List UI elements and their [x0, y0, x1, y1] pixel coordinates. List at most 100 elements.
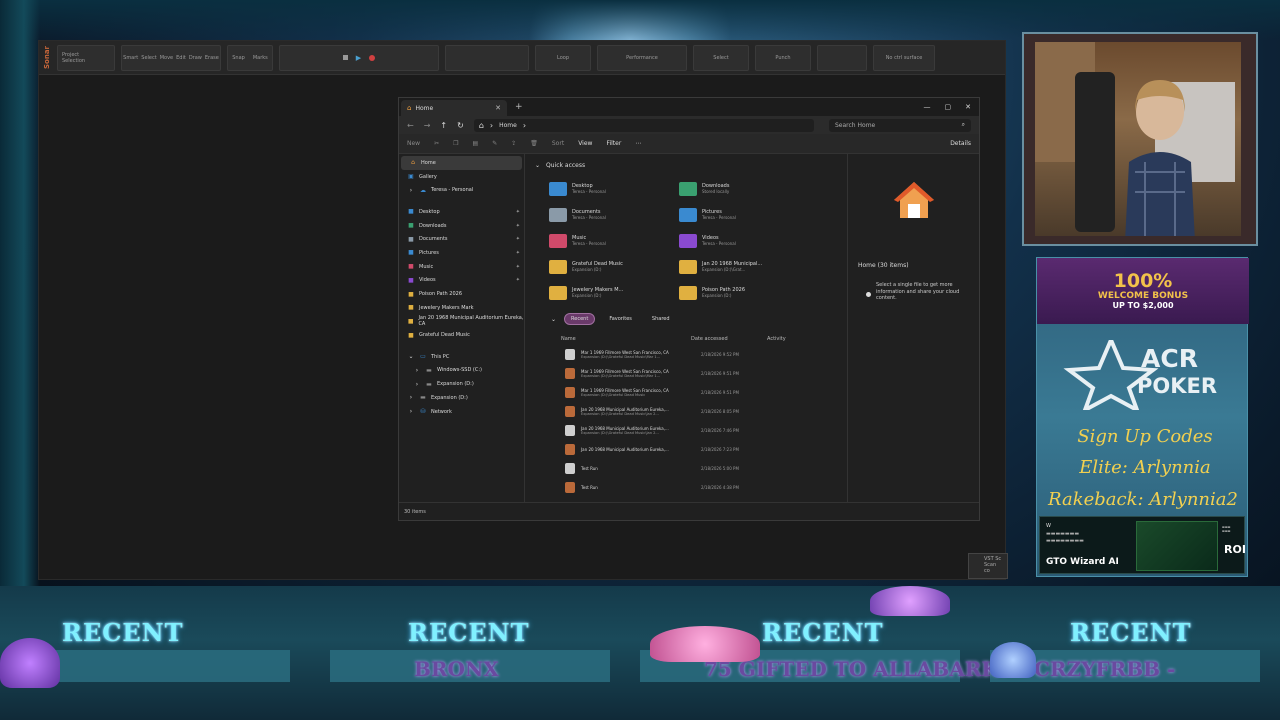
tab-home[interactable]: ⌂ Home ✕	[401, 100, 507, 116]
copy-icon[interactable]: ❐	[453, 140, 458, 147]
filter-recent[interactable]: Recent	[564, 313, 596, 325]
chevron-right-icon[interactable]: ›	[413, 367, 421, 374]
filter-favorites[interactable]: Favorites	[603, 313, 638, 325]
nav-item-this-pc[interactable]: ⌄ ▭ This PC	[399, 350, 524, 364]
pin-icon[interactable]: ✦	[516, 209, 520, 215]
loop-module[interactable]: Loop	[535, 44, 591, 71]
chevron-right-icon[interactable]: ›	[407, 187, 415, 194]
nav-item-network[interactable]: › ⛁ Network	[399, 405, 524, 419]
details-button[interactable]: Details	[950, 140, 971, 147]
pin-icon[interactable]: ✦	[516, 223, 520, 229]
control-surface-module[interactable]: No ctrl surface	[873, 44, 935, 71]
quick-access-item[interactable]: Music Teresa - Personal	[549, 230, 673, 251]
snap-module[interactable]: Snap Marks	[227, 44, 273, 71]
table-row[interactable]: Mar 1 1969 Fillmore West San Francisco, …	[565, 383, 847, 402]
nav-item-windows-ssd[interactable]: › ▬ Windows-SSD (C:)	[399, 364, 524, 378]
column-activity[interactable]: Activity	[767, 336, 786, 342]
tool-smart[interactable]: Smart	[123, 55, 138, 61]
nav-item-expansion-d-2[interactable]: › ▬ Expansion (D:)	[399, 391, 524, 405]
pin-icon[interactable]: ✦	[516, 277, 520, 283]
table-row[interactable]: Jan 20 1968 Municipal Auditorium Eureka,…	[565, 421, 847, 440]
tool-move[interactable]: Move	[160, 55, 173, 61]
mix-module[interactable]	[445, 44, 529, 71]
quick-access-item[interactable]: Grateful Dead Music Expansion (D:)	[549, 256, 673, 277]
table-row[interactable]: Test Run 2/18/2026 4:38 PM	[565, 478, 847, 497]
nav-item-pinned[interactable]: ■ Videos ✦	[399, 274, 524, 288]
nav-item-home[interactable]: ⌂ Home	[401, 156, 522, 170]
sort-button[interactable]: Sort	[552, 140, 564, 147]
table-row[interactable]: Jan 20 1968 Municipal Auditorium Eureka,…	[565, 440, 847, 459]
view-button[interactable]: View	[578, 140, 592, 147]
quick-access-item[interactable]: Pictures Teresa - Personal	[679, 204, 803, 225]
table-row[interactable]: Test Run 2/18/2026 5:00 PM	[565, 459, 847, 478]
chevron-right-icon[interactable]: ›	[407, 394, 415, 401]
filter-shared[interactable]: Shared	[646, 313, 676, 325]
nav-item-pinned[interactable]: ■ Jan 20 1968 Municipal Auditorium Eureka…	[399, 315, 524, 329]
punch-module[interactable]: Punch	[755, 44, 811, 71]
select-module[interactable]: Select	[693, 44, 749, 71]
table-row[interactable]: Mar 1 1969 Fillmore West San Francisco, …	[565, 345, 847, 364]
play-icon[interactable]: ▶	[356, 54, 361, 62]
tool-erase[interactable]: Erase	[205, 55, 219, 61]
nav-item-expansion-d[interactable]: › ▬ Expansion (D:)	[399, 377, 524, 391]
maximize-button[interactable]: ▢	[945, 103, 952, 111]
nav-item-pinned[interactable]: ■ Grateful Dead Music	[399, 328, 524, 342]
nav-item-gallery[interactable]: ▣ Gallery	[399, 170, 524, 184]
chevron-right-icon[interactable]: ›	[413, 381, 421, 388]
pin-icon[interactable]: ✦	[516, 264, 520, 270]
column-date-accessed[interactable]: Date accessed	[691, 336, 767, 342]
tool-draw[interactable]: Draw	[189, 55, 202, 61]
quick-access-item[interactable]: Jan 20 1968 Municipal... Expansion (D:)\G…	[679, 256, 803, 277]
nav-item-pinned[interactable]: ■ Downloads ✦	[399, 219, 524, 233]
column-name[interactable]: Name	[561, 336, 691, 342]
chevron-down-icon[interactable]: ⌄	[535, 162, 540, 169]
minimize-button[interactable]: —	[924, 103, 931, 111]
quick-access-header[interactable]: ⌄ Quick access	[535, 158, 847, 172]
transport-module[interactable]: ▶	[279, 44, 439, 71]
chevron-down-icon[interactable]: ⌄	[407, 353, 415, 360]
markers-module[interactable]	[817, 44, 867, 71]
search-box[interactable]: Search Home ⌕	[829, 118, 971, 132]
breadcrumb-home[interactable]: Home	[499, 122, 517, 129]
cut-icon[interactable]: ✂	[434, 140, 439, 147]
new-button[interactable]: New	[407, 140, 420, 147]
table-row[interactable]: Jan 20 1968 Municipal Auditorium Eureka,…	[565, 402, 847, 421]
nav-item-pinned[interactable]: ■ Music ✦	[399, 260, 524, 274]
vst-scan-popup[interactable]: VST Sc Scan co	[968, 553, 1008, 579]
quick-access-item[interactable]: Documents Teresa - Personal	[549, 204, 673, 225]
chevron-right-icon[interactable]: ›	[523, 121, 526, 130]
quick-access-item[interactable]: Jewelery Makers M... Expansion (D:)	[549, 282, 673, 303]
back-button[interactable]: ←	[407, 121, 414, 130]
share-icon[interactable]: ⇪	[511, 140, 516, 147]
nav-item-onedrive[interactable]: › ☁ Teresa - Personal	[399, 183, 524, 197]
nav-item-pinned[interactable]: ■ Desktop ✦	[399, 205, 524, 219]
more-options-icon[interactable]: ⋯	[635, 140, 641, 147]
close-tab-icon[interactable]: ✕	[495, 104, 501, 112]
chevron-down-icon[interactable]: ⌄	[551, 316, 556, 323]
new-tab-button[interactable]: +	[515, 102, 523, 112]
nav-item-pinned[interactable]: ■ Poison Path 2026	[399, 287, 524, 301]
paste-icon[interactable]: ▤	[473, 140, 479, 147]
quick-access-item[interactable]: Downloads Stored locally	[679, 178, 803, 199]
tool-select[interactable]: Select	[141, 55, 156, 61]
tools-module[interactable]: Smart Select Move Edit Draw Erase	[121, 44, 221, 71]
stop-icon[interactable]	[342, 55, 348, 60]
record-icon[interactable]	[369, 54, 376, 61]
project-module[interactable]: Project Selection	[57, 44, 115, 71]
nav-item-pinned[interactable]: ■ Pictures ✦	[399, 246, 524, 260]
filter-button[interactable]: Filter	[606, 140, 621, 147]
tool-edit[interactable]: Edit	[176, 55, 186, 61]
address-bar[interactable]: ⌂ › Home ›	[473, 118, 814, 132]
quick-access-item[interactable]: Desktop Teresa - Personal	[549, 178, 673, 199]
performance-module[interactable]: Performance	[597, 44, 687, 71]
quick-access-item[interactable]: Poison Path 2026 Expansion (D:)	[679, 282, 803, 303]
close-button[interactable]: ✕	[965, 103, 971, 111]
up-button[interactable]: ↑	[440, 121, 447, 130]
rename-icon[interactable]: ✎	[492, 140, 497, 147]
nav-item-pinned[interactable]: ■ Jewelery Makers Mark	[399, 301, 524, 315]
forward-button[interactable]: →	[424, 121, 431, 130]
quick-access-item[interactable]: Videos Teresa - Personal	[679, 230, 803, 251]
pin-icon[interactable]: ✦	[516, 250, 520, 256]
table-row[interactable]: Mar 1 1969 Fillmore West San Francisco, …	[565, 364, 847, 383]
refresh-button[interactable]: ↻	[457, 121, 464, 130]
